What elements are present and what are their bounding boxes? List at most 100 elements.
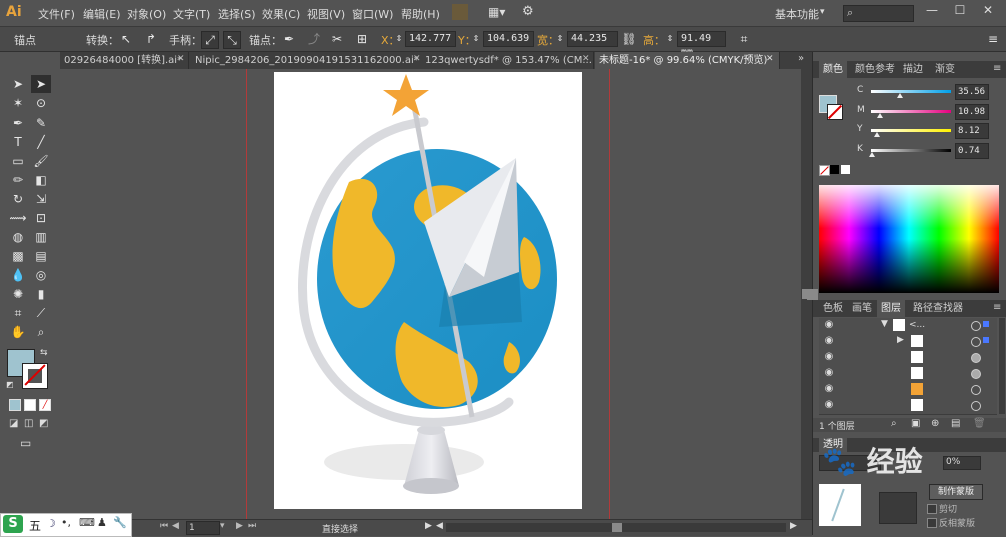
connect-anchor-icon[interactable]: ⤴ <box>306 31 322 47</box>
menu-help[interactable]: 帮助(H) <box>401 6 440 22</box>
scroll-right-icon[interactable]: ▶ <box>790 521 797 531</box>
symbol-sprayer-tool-icon[interactable]: ✺ <box>8 285 28 303</box>
free-transform-tool-icon[interactable]: ⊡ <box>31 209 51 227</box>
convert-corner-icon[interactable]: ↖ <box>118 31 134 47</box>
slice-tool-icon[interactable]: ⟋ <box>31 304 51 322</box>
swap-fill-stroke-icon[interactable]: ⇆ <box>40 348 48 358</box>
color-spectrum[interactable] <box>819 185 999 293</box>
draw-behind-icon[interactable]: ◫ <box>24 418 33 429</box>
selection-tool-icon[interactable]: ➤ <box>8 75 28 93</box>
artboard[interactable] <box>274 72 582 509</box>
maximize-button[interactable]: ☐ <box>950 3 970 21</box>
yellow-field[interactable]: 8.12 <box>955 123 989 139</box>
eyedropper-tool-icon[interactable]: 💧 <box>8 266 28 284</box>
yellow-slider[interactable] <box>871 129 951 137</box>
opacity-field[interactable]: 0% <box>943 456 981 470</box>
show-handles-icon[interactable]: ⤢ <box>201 31 219 49</box>
tab-color-guide[interactable]: 颜色参考 <box>851 61 899 78</box>
selection-indicator[interactable] <box>983 321 989 327</box>
magenta-slider[interactable] <box>871 110 951 118</box>
screen-mode-icon[interactable]: ▭ <box>20 436 31 450</box>
rotate-tool-icon[interactable]: ↻ <box>8 190 28 208</box>
slider-thumb[interactable] <box>868 152 875 157</box>
y-stepper[interactable]: ⇕ <box>472 31 480 47</box>
rectangle-tool-icon[interactable]: ▭ <box>8 152 28 170</box>
menu-select[interactable]: 选择(S) <box>218 6 256 22</box>
menu-edit[interactable]: 编辑(E) <box>83 6 121 22</box>
status-menu-icon[interactable]: ▶ <box>425 521 432 531</box>
bridge-icon[interactable] <box>452 4 468 20</box>
cyan-field[interactable]: 35.56 <box>955 84 989 100</box>
menu-view[interactable]: 视图(V) <box>307 6 345 22</box>
layer-row[interactable]: ◉ <box>819 382 997 399</box>
doc-tab-1[interactable]: 02926484000 [转换].ai* <box>60 52 189 69</box>
slider-thumb[interactable] <box>876 113 883 118</box>
white-swatch[interactable] <box>841 165 850 174</box>
close-icon[interactable]: ✕ <box>766 54 774 64</box>
zoom-tool-icon[interactable]: ⌕ <box>31 323 51 341</box>
pencil-tool-icon[interactable]: ✏ <box>8 171 28 189</box>
target-icon[interactable] <box>971 353 981 363</box>
menu-file[interactable]: 文件(F) <box>38 6 75 22</box>
menu-object[interactable]: 对象(O) <box>127 6 166 22</box>
width-tool-icon[interactable]: ⟿ <box>8 209 28 227</box>
width-stepper[interactable]: ⇕ <box>556 31 564 47</box>
lasso-tool-icon[interactable]: ⊙ <box>31 94 51 112</box>
tab-layers[interactable]: 图层 <box>877 300 905 317</box>
tab-brushes[interactable]: 画笔 <box>848 300 876 317</box>
chevron-down-icon[interactable]: ▾ <box>820 7 825 17</box>
help-search-input[interactable]: ⌕ <box>843 5 914 22</box>
shape-builder-tool-icon[interactable]: ◍ <box>8 228 28 246</box>
eraser-tool-icon[interactable]: ◧ <box>31 171 51 189</box>
menu-window[interactable]: 窗口(W) <box>352 6 393 22</box>
x-stepper[interactable]: ⇕ <box>395 31 403 47</box>
type-tool-icon[interactable]: T <box>8 133 28 151</box>
make-mask-button[interactable]: 制作蒙版 <box>929 484 983 500</box>
artboard-number-field[interactable]: 1 <box>186 521 220 535</box>
eye-icon[interactable]: ◉ <box>823 335 835 347</box>
artboard-dropdown-icon[interactable]: ▾ <box>220 521 225 531</box>
clipping-mask-icon[interactable]: ▣ <box>911 418 920 429</box>
menu-effect[interactable]: 效果(C) <box>262 6 300 22</box>
height-stepper[interactable]: ⇕ <box>666 31 674 47</box>
keyboard-icon[interactable]: ⌨ <box>79 516 95 529</box>
horizontal-scrollbar[interactable] <box>446 523 786 532</box>
eye-icon[interactable]: ◉ <box>823 319 835 331</box>
target-icon[interactable] <box>971 337 981 347</box>
layers-scrollbar[interactable] <box>999 318 1005 414</box>
tools-icon[interactable]: 🔧 <box>113 516 127 529</box>
gpu-performance-icon[interactable]: ⚙ <box>522 4 540 20</box>
locate-object-icon[interactable]: ⌕ <box>891 418 897 429</box>
panel-scroll-thumb[interactable] <box>807 289 818 300</box>
new-layer-icon[interactable]: ▤ <box>951 418 960 429</box>
prev-artboard-icon[interactable]: ◀ <box>172 521 179 531</box>
eye-icon[interactable]: ◉ <box>823 399 835 411</box>
line-tool-icon[interactable]: ╱ <box>31 133 51 151</box>
delete-icon[interactable]: 🗑 <box>973 418 986 429</box>
layer-row[interactable]: ◉ ▶ <box>819 334 997 351</box>
target-icon[interactable] <box>971 321 981 331</box>
blend-tool-icon[interactable]: ◎ <box>31 266 51 284</box>
first-artboard-icon[interactable]: ⏮ <box>160 521 168 531</box>
eye-icon[interactable]: ◉ <box>823 367 835 379</box>
arrange-documents-icon[interactable]: ▦▾ <box>488 5 508 19</box>
isolate-icon[interactable]: ⊞ <box>354 31 370 47</box>
expand-icon[interactable]: ▼ <box>881 319 888 329</box>
pen-tool-icon[interactable]: ✒ <box>8 114 28 132</box>
gradient-mode-icon[interactable] <box>24 399 36 411</box>
convert-smooth-icon[interactable]: ↱ <box>143 31 159 47</box>
expand-icon[interactable]: ▶ <box>897 335 904 345</box>
layer-row[interactable]: ◉ ▼ <... <box>819 318 997 335</box>
tab-swatches[interactable]: 色板 <box>819 300 847 317</box>
transform-icon[interactable]: ⌗ <box>736 31 752 47</box>
panel-menu-icon[interactable]: ≡ <box>988 31 998 47</box>
doc-tab-active[interactable]: 未标题-16* @ 99.64% (CMYK/预览) <box>595 52 780 69</box>
invert-mask-checkbox[interactable] <box>927 518 937 528</box>
layer-row[interactable]: ◉ <box>819 366 997 383</box>
mesh-tool-icon[interactable]: ▩ <box>8 247 28 265</box>
layer-row[interactable]: ◉ <box>819 350 997 367</box>
tab-gradient[interactable]: 渐变 <box>931 61 959 78</box>
close-button[interactable]: ✕ <box>978 3 998 21</box>
gradient-tool-icon[interactable]: ▤ <box>31 247 51 265</box>
height-field[interactable]: 91.49 mm <box>677 31 726 58</box>
